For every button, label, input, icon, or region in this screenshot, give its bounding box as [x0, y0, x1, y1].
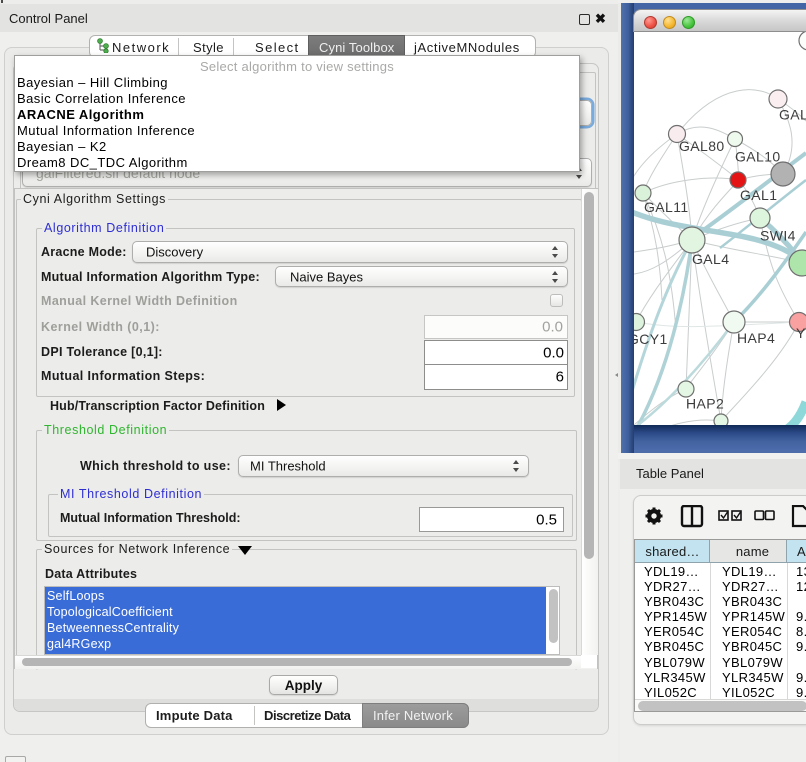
svg-text:GAL80: GAL80 — [679, 138, 725, 154]
svg-text:GAL11: GAL11 — [644, 199, 689, 215]
svg-text:GAL1: GAL1 — [740, 187, 777, 203]
svg-text:HAP2: HAP2 — [686, 396, 724, 412]
svg-text:HAP4: HAP4 — [737, 330, 775, 346]
svg-text:GCY1: GCY1 — [634, 331, 668, 347]
svg-text:SWI4: SWI4 — [760, 228, 796, 244]
svg-text:GAL4: GAL4 — [692, 251, 729, 267]
svg-text:GAL7: GAL7 — [779, 107, 806, 123]
svg-text:YJ: YJ — [796, 325, 806, 341]
svg-text:GAL10: GAL10 — [735, 149, 781, 165]
